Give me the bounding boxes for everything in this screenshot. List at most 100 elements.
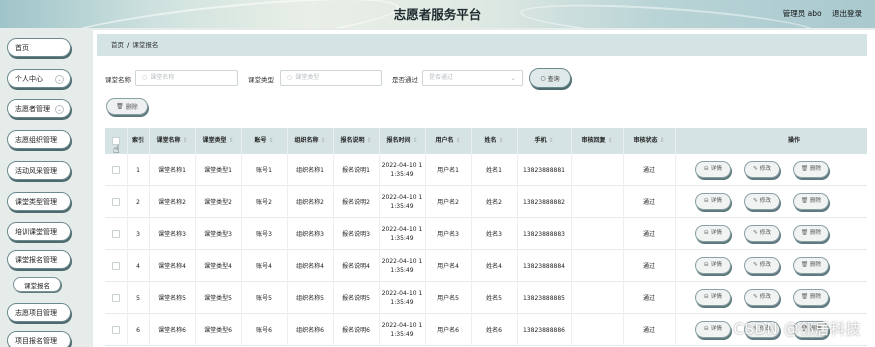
sort-icon[interactable]: ⇕ (455, 137, 460, 144)
trash-icon: 🗑 (800, 294, 808, 300)
sidebar-item-volunteer-mgmt[interactable]: 志愿者管理 ⌄ (7, 99, 71, 118)
cell-reply (571, 218, 623, 250)
sidebar-item-home[interactable]: 首页 (7, 38, 71, 57)
column-header[interactable]: 课堂类型 ⇕ (195, 128, 241, 154)
sidebar-item-org-mgmt[interactable]: 志愿组织管理 (7, 130, 71, 149)
edit-button[interactable]: ✎ 修改 (744, 161, 780, 178)
sort-icon[interactable]: ⇕ (412, 137, 417, 144)
cell-name: 姓名4 (486, 262, 502, 270)
sort-icon[interactable]: ⇕ (659, 137, 664, 144)
column-header[interactable]: 用户名 ⇕ (425, 128, 471, 154)
cell-index: 4 (136, 262, 140, 270)
cell-select (105, 314, 127, 346)
cell-index: 5 (136, 294, 140, 302)
cell-account: 账号2 (256, 198, 272, 206)
delete-button[interactable]: 🗑 删除 (793, 193, 829, 210)
course-type-input[interactable]: ○ 课堂类型 (280, 70, 382, 86)
cell-select (105, 250, 127, 282)
app-title: 志愿者服务平台 (393, 7, 482, 22)
trash-icon: 🗑 (800, 198, 808, 204)
column-header[interactable]: 审核状态 ⇕ (623, 128, 675, 154)
column-header[interactable]: 审核回复 ⇕ (571, 128, 623, 154)
chevron-down-icon: ⌄ (55, 75, 64, 84)
column-header[interactable]: 课堂名称 ⇕ (149, 128, 195, 154)
delete-button[interactable]: 🗑 删除 (793, 257, 829, 274)
cell-username: 用户名4 (437, 262, 459, 270)
edit-button[interactable]: ✎ 修改 (744, 225, 780, 242)
breadcrumb: 首页 / 课堂报名 (97, 34, 867, 56)
edit-button[interactable]: ✎ 修改 (744, 193, 780, 210)
sidebar-item-activity-mgmt[interactable]: 活动风采管理 (7, 161, 71, 180)
cell-name: 姓名2 (486, 198, 502, 206)
edit-icon: ✎ (753, 262, 758, 268)
table-row: 4 课堂名称4 课堂类型4 账号4 组织名称4 报名说明4 2022-04-10 1 1:35… (105, 250, 867, 282)
cell-status: 通过 (642, 230, 655, 238)
detail-button[interactable]: ⊟ 详情 (695, 289, 731, 306)
cell-time: 2022-04-10 1 1:35:49 (381, 194, 423, 210)
sidebar-item-course-signup-mgmt[interactable]: 课堂报名管理 (7, 250, 71, 269)
column-header[interactable]: 姓名 ⇕ (471, 128, 517, 154)
course-type-label: 课堂类型 (248, 76, 274, 84)
query-button[interactable]: ○ 查询 (529, 68, 571, 88)
detail-button[interactable]: ⊟ 详情 (695, 257, 731, 274)
logout-link[interactable]: 退出登录 (832, 9, 862, 18)
column-header[interactable]: 报名说明 ⇕ (333, 128, 379, 154)
column-header[interactable]: 操作 (675, 128, 875, 154)
batch-delete-button[interactable]: 🗑 删除 (106, 98, 148, 115)
cell-actions: ⊟ 详情 ✎ 修改 🗑 删除 (675, 282, 875, 314)
sidebar-item-training-mgmt[interactable]: 培训课堂管理 (7, 222, 71, 241)
column-header[interactable]: 账号 ⇕ (241, 128, 287, 154)
edit-button[interactable]: ✎ 修改 (744, 289, 780, 306)
cell-reply (571, 186, 623, 218)
sidebar-item-project-signup-mgmt[interactable]: 项目报名管理 (7, 331, 71, 347)
detail-button[interactable]: ⊟ 详情 (695, 193, 731, 210)
trash-icon: 🗑 (116, 103, 124, 110)
column-header[interactable]: 索引 (127, 128, 149, 154)
sort-icon[interactable]: ⇕ (228, 137, 233, 144)
row-checkbox[interactable] (112, 198, 120, 206)
row-checkbox[interactable] (112, 326, 120, 334)
delete-button[interactable]: 🗑 删除 (793, 289, 829, 306)
cell-phone: 13823888882 (523, 198, 565, 206)
cell-note: 报名说明3 (342, 230, 370, 238)
sort-icon[interactable]: ⇕ (182, 137, 187, 144)
cell-actions: ⊟ 详情 ✎ 修改 🗑 删除 (675, 250, 875, 282)
table-row: 5 课堂名称5 课堂类型5 账号5 组织名称5 报名说明5 2022-04-10 1 1:35… (105, 282, 867, 314)
sort-icon[interactable]: ⇕ (366, 137, 371, 144)
detail-button[interactable]: ⊟ 详情 (695, 225, 731, 242)
cell-name: 姓名3 (486, 230, 502, 238)
sort-icon[interactable]: ⇕ (320, 137, 325, 144)
column-header[interactable]: 组织名称 ⇕ (287, 128, 333, 154)
sort-icon[interactable]: ⇕ (498, 137, 503, 144)
detail-button[interactable]: ⊟ 详情 (695, 321, 731, 338)
course-name-input[interactable]: ○ 课堂名称 (135, 70, 238, 86)
edit-button[interactable]: ✎ 修改 (744, 257, 780, 274)
row-checkbox[interactable] (112, 230, 120, 238)
delete-button[interactable]: 🗑 删除 (793, 161, 829, 178)
sort-icon[interactable]: ⇕ (548, 137, 553, 144)
breadcrumb-home[interactable]: 首页 (111, 41, 124, 49)
sidebar-subitem-course-signup[interactable]: 课堂报名 (13, 277, 61, 292)
column-header[interactable]: 手机 ⇕ (517, 128, 571, 154)
sidebar-item-personal-center[interactable]: 个人中心 ⌄ (7, 69, 71, 88)
cell-account: 账号5 (256, 294, 272, 302)
user-area: 管理员 abo 退出登录 (783, 8, 862, 19)
cell-account: 账号4 (256, 262, 272, 270)
detail-icon: ⊟ (704, 262, 709, 268)
detail-button[interactable]: ⊟ 详情 (695, 161, 731, 178)
cell-select (105, 282, 127, 314)
delete-button[interactable]: 🗑 删除 (793, 225, 829, 242)
approved-select[interactable]: 是否通过 ⌄ (422, 70, 523, 86)
sidebar-item-project-mgmt[interactable]: 志愿项目管理 (7, 303, 71, 322)
detail-icon: ⊟ (704, 294, 709, 300)
sort-icon[interactable]: ⇕ (607, 137, 612, 144)
row-checkbox[interactable] (112, 294, 120, 302)
cell-index: 2 (136, 198, 140, 206)
row-checkbox[interactable] (112, 262, 120, 270)
sidebar-item-course-type-mgmt[interactable]: 课堂类型管理 (7, 192, 71, 211)
cell-status: 通过 (642, 294, 655, 302)
column-header[interactable]: 报名时间 ⇕ (379, 128, 425, 154)
sort-icon[interactable]: ⇕ (268, 137, 273, 144)
row-checkbox[interactable] (112, 166, 120, 174)
cell-note: 报名说明5 (342, 294, 370, 302)
